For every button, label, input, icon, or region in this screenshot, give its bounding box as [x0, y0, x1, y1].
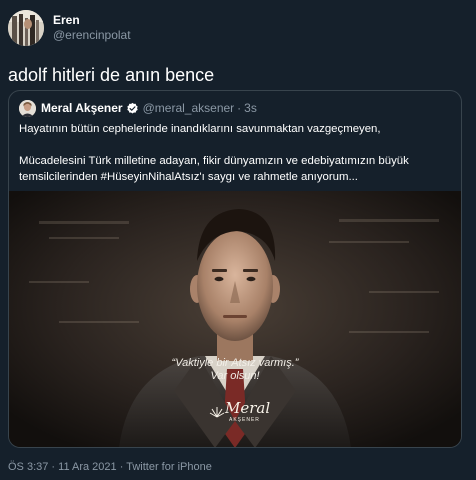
tweet-meta: ÖS 3:37 · 11 Ara 2021 · Twitter for iPho… [8, 460, 212, 474]
verified-badge-icon [126, 102, 139, 115]
author-info[interactable]: Eren @erencinpolat [53, 13, 131, 43]
author-handle[interactable]: @erencinpolat [53, 28, 131, 43]
quoted-profile-photo-icon [19, 99, 36, 117]
signature-text: Meral [225, 399, 271, 417]
signature-logo: Meral AKŞENER [209, 399, 271, 429]
sunburst-icon [209, 407, 225, 418]
quoted-separator: · [237, 101, 242, 115]
tweet-header: Eren @erencinpolat [8, 8, 468, 48]
quoted-tweet[interactable]: Meral Akşener @meral_aksener · 3s Hayatı… [8, 90, 462, 448]
meta-separator: · [48, 461, 59, 473]
signature-subtext: AKŞENER [229, 417, 260, 423]
tweet-text: adolf hitleri de anın bence [8, 65, 215, 85]
quoted-text-line: Mücadelesini Türk milletine adayan, fiki… [19, 155, 409, 167]
quoted-author-handle[interactable]: @meral_aksener [143, 101, 235, 115]
quoted-author-name[interactable]: Meral Akşener [41, 101, 123, 115]
meta-separator: · [116, 461, 127, 473]
quoted-author-avatar[interactable] [19, 99, 36, 117]
media-caption-line: Var olsun! [210, 370, 260, 382]
tweet-time[interactable]: ÖS 3:37 [8, 461, 48, 473]
quoted-text-line: temsilcilerinden #HüseyinNihalAtsız'ı sa… [19, 171, 358, 183]
quoted-text-line: Hayatının bütün cephelerinde inandıkları… [19, 123, 381, 135]
author-name[interactable]: Eren [53, 13, 131, 28]
media-caption-line: “Vaktiyle bir Atsız varmış.” [171, 357, 299, 369]
tweet-date[interactable]: 11 Ara 2021 [58, 461, 117, 473]
author-avatar[interactable] [8, 10, 44, 46]
tweet-client[interactable]: Twitter for iPhone [126, 461, 212, 473]
quoted-tweet-header: Meral Akşener @meral_aksener · 3s [19, 99, 257, 117]
tweet-view: Eren @erencinpolat adolf hitleri de anın… [0, 0, 476, 480]
quoted-text-gap [19, 137, 455, 153]
profile-photo-icon [8, 10, 44, 46]
media-caption: “Vaktiyle bir Atsız varmış.” Var olsun! [9, 357, 461, 383]
quoted-tweet-text: Hayatının bütün cephelerinde inandıkları… [19, 121, 455, 185]
quoted-time[interactable]: 3s [244, 101, 257, 115]
